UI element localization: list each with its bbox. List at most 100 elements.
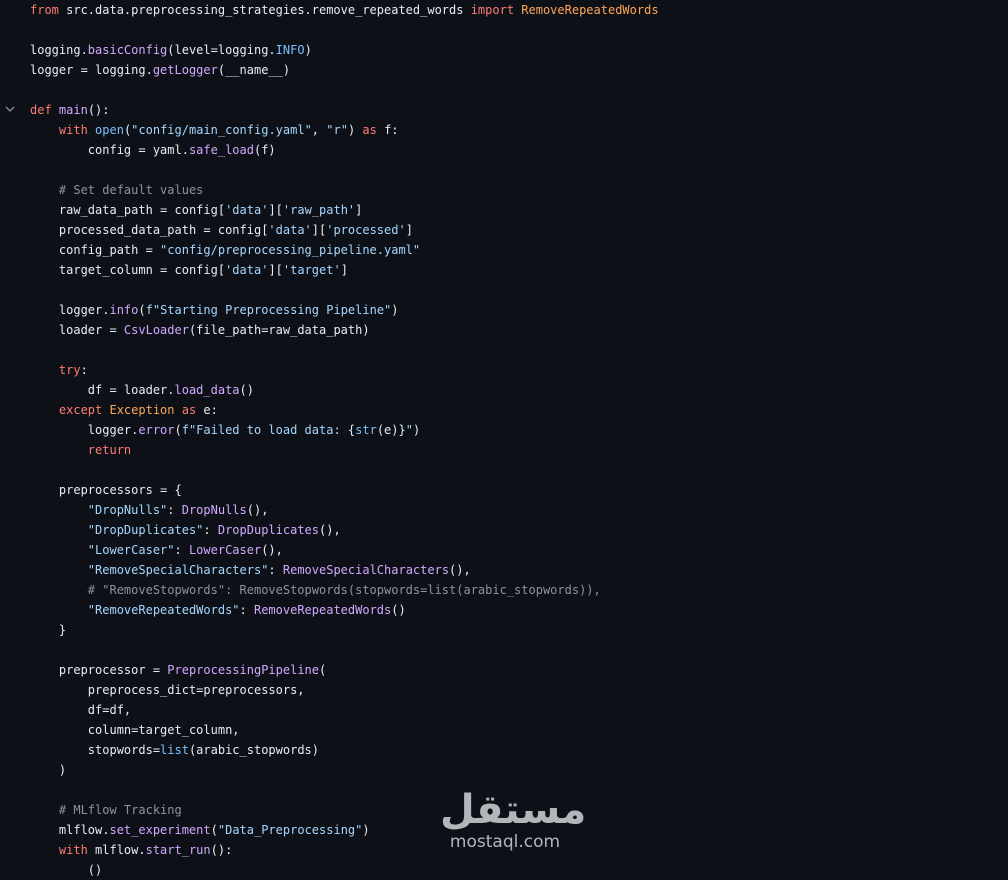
code-token: import [470,3,522,17]
code-line: preprocess_dict=preprocessors, [30,680,1008,700]
code-token: "DropNulls" [87,503,168,517]
code-token: f"Failed to load data: [181,423,348,437]
code-token: ( [138,303,146,317]
code-line: df = loader.load_data() [30,380,1008,400]
code-token: RemoveSpecialCharacters [282,563,450,577]
code-token: "config/main_config.yaml" [131,123,312,137]
code-token: config_path = [30,243,161,257]
code-token: : [80,363,88,377]
code-token: (f) [253,143,276,157]
code-token: "r" [326,123,348,137]
code-token: (), [319,523,341,537]
code-token: df=df, [30,703,132,717]
code-token: DropNulls [181,503,247,517]
code-line: # Set default values [30,180,1008,200]
code-line: loader = CsvLoader(file_path=raw_data_pa… [30,320,1008,340]
code-token: : [167,503,182,517]
code-token: from [30,3,67,17]
code-token: LowerCaser [188,543,262,557]
code-line: () [30,860,1008,880]
code-line: config_path = "config/preprocessing_pipe… [30,240,1008,260]
code-token: df = loader. [30,383,175,397]
code-token: , [311,123,327,137]
code-line: column=target_column, [30,720,1008,740]
code-line: config = yaml.safe_load(f) [30,140,1008,160]
code-token: def [30,103,59,117]
code-token: start_run [145,843,211,857]
code-line: "LowerCaser": LowerCaser(), [30,540,1008,560]
code-line: df=df, [30,700,1008,720]
code-token: ( [174,423,182,437]
code-token: ] [405,223,413,237]
code-token: : [268,563,283,577]
code-token: "RemoveSpecialCharacters" [87,563,269,577]
code-token: basicConfig [87,43,168,57]
code-token: : [239,603,254,617]
code-token: ) [30,763,67,777]
code-token: raw_data_path = config[ [30,203,226,217]
code-line: raw_data_path = config['data']['raw_path… [30,200,1008,220]
code-content[interactable]: from src.data.preprocessing_strategies.r… [30,0,1008,880]
code-token: ( [210,823,218,837]
code-token: } [30,623,67,637]
code-token: " [405,423,413,437]
code-line: preprocessors = { [30,480,1008,500]
code-token: 'processed' [326,223,406,237]
code-token: (): [87,103,110,117]
code-token: processed_data_path = config[ [30,223,269,237]
code-token: ] [355,203,363,217]
code-token: Exception [109,403,182,417]
code-line: target_column = config['data']['target'] [30,260,1008,280]
code-token: 'data' [268,223,312,237]
code-token: stopwords= [30,743,161,757]
code-token: () [239,383,254,397]
code-token: preprocessor = [30,663,168,677]
code-line: preprocessor = PreprocessingPipeline( [30,660,1008,680]
code-token: (), [449,563,471,577]
code-token: DropDuplicates [217,523,319,537]
code-line: "RemoveSpecialCharacters": RemoveSpecial… [30,560,1008,580]
code-token: "LowerCaser" [87,543,175,557]
code-token: preprocessors = { [30,483,182,497]
code-token: f: [384,123,399,137]
code-token: ][ [268,263,283,277]
code-token: with [58,123,96,137]
code-token: () [391,603,406,617]
code-token: info [109,303,139,317]
code-token: try [58,363,81,377]
code-line: except Exception as e: [30,400,1008,420]
code-line: from src.data.preprocessing_strategies.r… [30,0,1008,20]
code-token: "RemoveRepeatedWords" [87,603,240,617]
code-editor[interactable]: from src.data.preprocessing_strategies.r… [0,0,1008,877]
code-token: (__name__) [217,63,291,77]
code-token: ) [304,43,312,57]
code-token: list [160,743,189,757]
code-line: "DropDuplicates": DropDuplicates(), [30,520,1008,540]
code-token: PreprocessingPipeline [167,663,319,677]
code-token: "Data_Preprocessing" [217,823,363,837]
watermark-latin: mostaql.com [449,832,561,852]
code-token: # MLflow Tracking [58,803,182,817]
code-token: logger. [30,423,139,437]
code-token: ) [362,823,370,837]
chevron-down-icon[interactable] [4,103,16,115]
code-token: ) [347,123,363,137]
code-token: (), [261,543,283,557]
code-line: with open("config/main_config.yaml", "r"… [30,120,1008,140]
code-line: processed_data_path = config['data']['pr… [30,220,1008,240]
code-token: as [181,403,204,417]
code-token: with [58,843,96,857]
